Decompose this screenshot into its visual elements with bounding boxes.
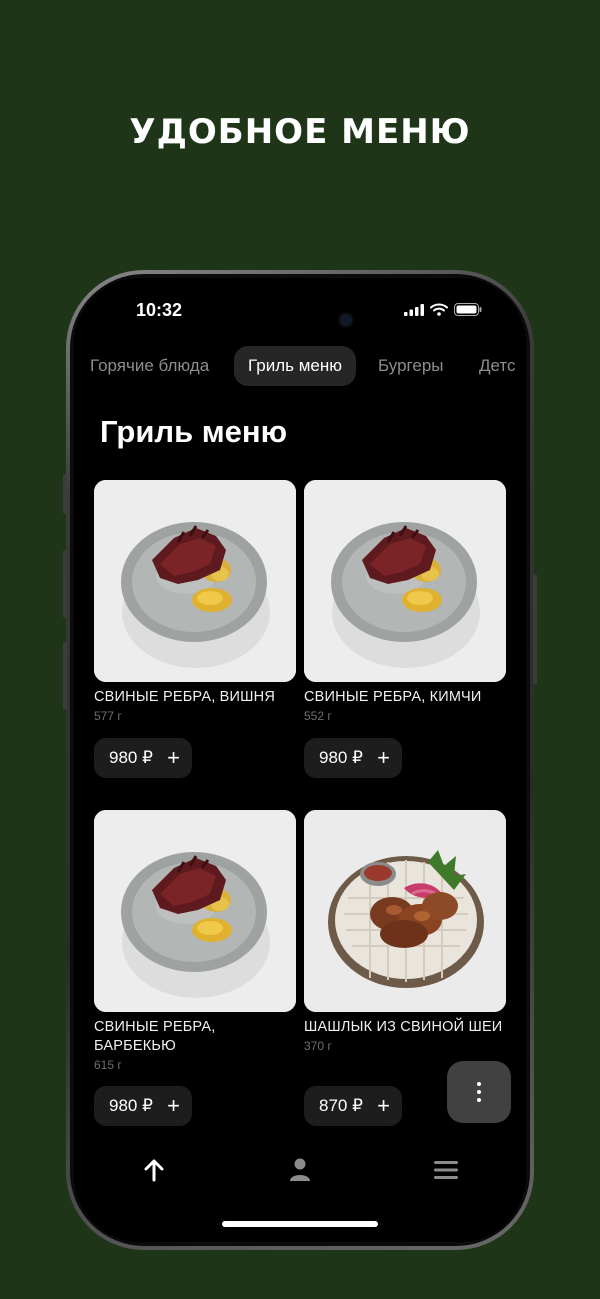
plus-icon: + — [167, 1093, 180, 1118]
product-photo[interactable] — [94, 810, 296, 1012]
tab-hot-dishes[interactable]: Горячие блюда — [76, 346, 223, 386]
product-name: ШАШЛЫК ИЗ СВИНОЙ ШЕИ — [304, 1019, 503, 1035]
more-options-button[interactable] — [447, 1061, 511, 1123]
battery-icon — [454, 303, 482, 316]
promo-title: УДОБНОЕ МЕНЮ — [129, 112, 471, 152]
cellular-signal-icon — [404, 303, 424, 316]
volume-button — [63, 642, 67, 710]
product-weight: 615 г — [94, 1058, 122, 1072]
product-price: 980 ₽ — [109, 1096, 153, 1115]
product-name: СВИНЫЕ РЕБРА, ВИШНЯ — [94, 689, 275, 705]
product-card[interactable]: СВИНЫЕ РЕБРА, ВИШНЯ 577 г — [94, 480, 296, 723]
power-button — [533, 574, 537, 684]
add-to-cart-button[interactable]: 980 ₽ + — [304, 738, 402, 778]
product-weight: 577 г — [94, 709, 122, 723]
product-weight: 370 г — [304, 1039, 332, 1053]
product-photo[interactable] — [304, 810, 506, 1012]
product-card[interactable]: ШАШЛЫК ИЗ СВИНОЙ ШЕИ 370 г — [304, 810, 506, 1053]
nav-menu[interactable] — [426, 1150, 466, 1190]
product-photo[interactable] — [94, 480, 296, 682]
profile-icon — [290, 1158, 310, 1181]
tab-grill-menu[interactable]: Гриль меню — [234, 346, 356, 386]
phone-screen: 10:32 Горячие блюда Гриль меню Бургеры Д… — [74, 278, 526, 1242]
status-time: 10:32 — [136, 300, 183, 320]
volume-button — [63, 474, 67, 514]
add-to-cart-button[interactable]: 980 ₽ + — [94, 738, 192, 778]
add-to-cart-button[interactable]: 980 ₽ + — [94, 1086, 192, 1126]
plus-icon: + — [377, 745, 390, 770]
product-card[interactable]: СВИНЫЕ РЕБРА, БАРБЕКЬЮ 615 г — [94, 810, 296, 1072]
nav-profile[interactable] — [280, 1150, 320, 1190]
add-to-cart-button[interactable]: 870 ₽ + — [304, 1086, 402, 1126]
plus-icon: + — [167, 745, 180, 770]
product-price: 980 ₽ — [109, 748, 153, 767]
arrow-up-icon — [144, 1159, 164, 1182]
product-card[interactable]: СВИНЫЕ РЕБРА, КИМЧИ 552 г — [304, 480, 506, 723]
product-price: 980 ₽ — [319, 748, 363, 767]
plus-icon: + — [377, 1093, 390, 1118]
status-icons — [404, 303, 482, 316]
product-price: 870 ₽ — [319, 1096, 363, 1115]
menu-icon — [434, 1161, 458, 1179]
product-photo[interactable] — [304, 480, 506, 682]
product-name: СВИНЫЕ РЕБРА, КИМЧИ — [304, 689, 482, 705]
tab-burgers[interactable]: Бургеры — [364, 346, 458, 386]
volume-button — [63, 550, 67, 618]
home-indicator[interactable] — [222, 1221, 378, 1227]
section-title: Гриль меню — [100, 414, 288, 449]
product-name: СВИНЫЕ РЕБРА, БАРБЕКЬЮ — [94, 1019, 216, 1054]
camera-dot — [340, 314, 352, 326]
tab-kids[interactable]: Детс — [465, 346, 526, 386]
wifi-icon — [430, 303, 448, 316]
product-weight: 552 г — [304, 709, 332, 723]
nav-scroll-top[interactable] — [134, 1150, 174, 1190]
category-tabs: Горячие блюда Гриль меню Бургеры Детс — [74, 346, 526, 386]
bottom-nav — [74, 1150, 526, 1190]
